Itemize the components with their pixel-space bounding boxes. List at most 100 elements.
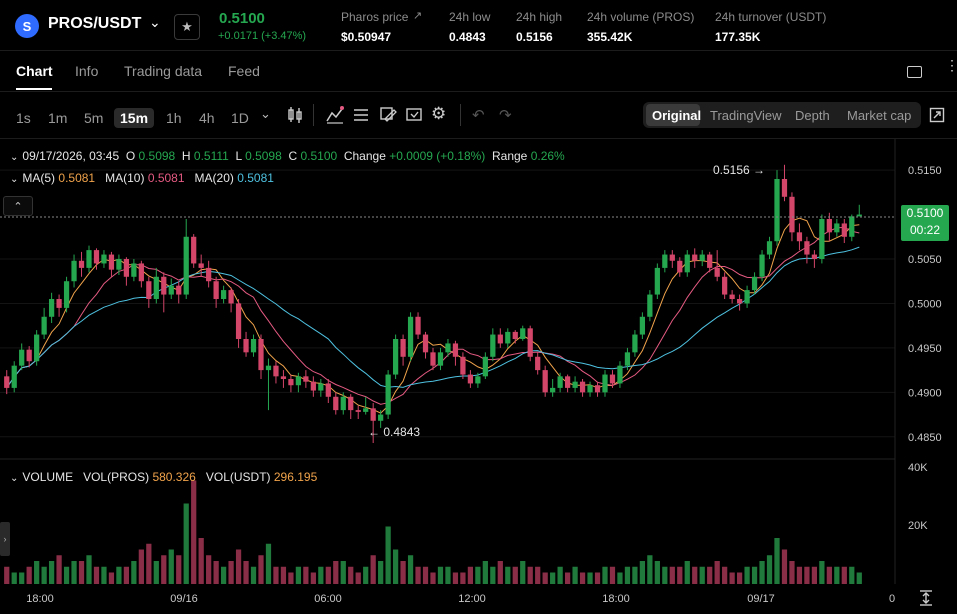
pair-selector[interactable]: PROS/USDT xyxy=(48,15,141,33)
candle-body xyxy=(265,365,272,371)
timeframe-5m[interactable]: 5m xyxy=(78,108,109,128)
legend-collapse-icon[interactable]: ⌄ xyxy=(10,152,18,163)
favorite-star-icon[interactable]: ★ xyxy=(174,14,200,40)
timeframe-1h[interactable]: 1h xyxy=(160,108,188,128)
candle-body xyxy=(856,214,862,217)
candle-body xyxy=(370,408,376,421)
volume-bar xyxy=(385,526,391,584)
candle-body xyxy=(400,339,406,357)
gear-icon[interactable]: ⚙ xyxy=(431,104,446,124)
candle-body xyxy=(363,408,369,412)
volume-bar xyxy=(617,572,623,584)
external-link-icon[interactable]: ↗ xyxy=(413,9,422,22)
collapse-up-icon[interactable]: ⌃ xyxy=(3,196,33,216)
volume-bar xyxy=(415,566,421,584)
time-tick-label: 09/16 xyxy=(170,593,198,605)
candle-body xyxy=(303,376,309,382)
candle-body xyxy=(789,196,795,233)
volume-bar xyxy=(669,566,675,584)
candle-body xyxy=(647,294,653,317)
candle-body xyxy=(4,376,10,388)
candle-body xyxy=(766,241,773,255)
candle-body xyxy=(654,267,660,295)
candle-body xyxy=(191,236,197,264)
candlestick-chart[interactable]: 0.5150 0.5050 0.5000 0.4950 0.4900 0.4850 40K 2… xyxy=(0,139,957,614)
candle-body xyxy=(146,281,152,299)
undo-icon[interactable]: ↶ xyxy=(472,106,485,124)
volume-bar xyxy=(609,566,616,584)
candle-body xyxy=(340,396,346,411)
scroll-left-handle[interactable]: › xyxy=(0,522,10,556)
volume-bar xyxy=(280,566,287,584)
volume-bar xyxy=(684,561,690,584)
volume-bar xyxy=(744,566,750,584)
view-market-cap[interactable]: Market cap xyxy=(847,108,911,123)
axis-fit-icon[interactable] xyxy=(919,590,933,606)
volume-bar xyxy=(550,572,556,584)
chevron-down-icon[interactable]: ⌄ xyxy=(149,14,161,31)
timeframe-dropdown-icon[interactable]: ⌄ xyxy=(260,106,271,122)
candle-body xyxy=(86,250,92,268)
volume-bar xyxy=(482,561,488,584)
timeframe-4h[interactable]: 4h xyxy=(193,108,221,128)
candle-body xyxy=(669,254,675,261)
draw-icon[interactable] xyxy=(379,106,397,124)
price-tick-label: 0.5050 xyxy=(908,254,942,266)
tab-trading-data[interactable]: Trading data xyxy=(124,63,202,79)
volume-bar xyxy=(176,555,182,584)
more-menu-icon[interactable]: ⋮ xyxy=(945,58,957,72)
vol-usdt-value: 296.195 xyxy=(273,470,318,484)
tab-chart[interactable]: Chart xyxy=(16,63,53,79)
candle-body xyxy=(729,294,735,299)
candle-body xyxy=(587,385,593,393)
candle-body xyxy=(751,276,758,291)
timeframe-1d[interactable]: 1D xyxy=(225,108,255,128)
candle-body xyxy=(609,374,616,384)
timeframe-15m[interactable]: 15m xyxy=(114,108,155,128)
indicator-icon[interactable] xyxy=(325,106,345,124)
candle-body xyxy=(834,223,840,233)
volume-bar xyxy=(250,566,257,584)
volume-bar xyxy=(26,566,32,584)
redo-icon[interactable]: ↷ xyxy=(499,106,512,124)
candle-body xyxy=(19,349,25,366)
candle-body xyxy=(26,349,32,362)
candle-body xyxy=(78,260,85,268)
volume-legend: ⌄ VOLUME VOL(PROS) 580.326 VOL(USDT) 296.… xyxy=(10,470,318,484)
volume-bar xyxy=(781,549,788,584)
view-depth[interactable]: Depth xyxy=(795,108,830,123)
ma10-value: 0.5081 xyxy=(147,171,185,185)
time-tick-label: 18:00 xyxy=(26,593,54,605)
candle-body xyxy=(392,339,399,375)
view-tradingview[interactable]: TradingView xyxy=(710,108,782,123)
candle-body xyxy=(841,223,847,237)
candle-body xyxy=(228,290,234,304)
timeframe-1m[interactable]: 1m xyxy=(42,108,73,128)
volume-bar xyxy=(811,566,818,584)
tab-info[interactable]: Info xyxy=(75,63,98,79)
candle-body xyxy=(250,339,257,353)
ma-legend-collapse-icon[interactable]: ⌄ xyxy=(10,174,18,185)
volume-bar xyxy=(198,538,204,584)
low-annotation: ← 0.4843 xyxy=(368,425,421,439)
view-original[interactable]: Original xyxy=(652,108,701,123)
volume-legend-collapse-icon[interactable]: ⌄ xyxy=(10,473,18,484)
fullscreen-icon[interactable] xyxy=(929,107,945,123)
timeframe-1s[interactable]: 1s xyxy=(10,108,37,128)
template-icon[interactable] xyxy=(405,106,423,124)
tabbar-divider xyxy=(0,91,957,92)
window-layout-icon[interactable] xyxy=(907,66,922,78)
settings-list-icon[interactable] xyxy=(352,107,370,123)
legend-date: 09/17/2026, 03:45 xyxy=(22,149,120,163)
candle-body xyxy=(34,334,40,362)
toolbar-separator xyxy=(313,104,314,126)
volume-bar xyxy=(751,566,758,584)
candle-body xyxy=(385,374,391,415)
volume-bar xyxy=(400,561,406,584)
volume-bar xyxy=(841,566,847,584)
candle-body xyxy=(220,290,227,299)
candle-type-icon[interactable] xyxy=(286,106,304,124)
tab-feed[interactable]: Feed xyxy=(228,63,260,79)
stat-label-pharos-price[interactable]: Pharos price xyxy=(341,10,408,24)
volume-bar xyxy=(437,566,444,584)
